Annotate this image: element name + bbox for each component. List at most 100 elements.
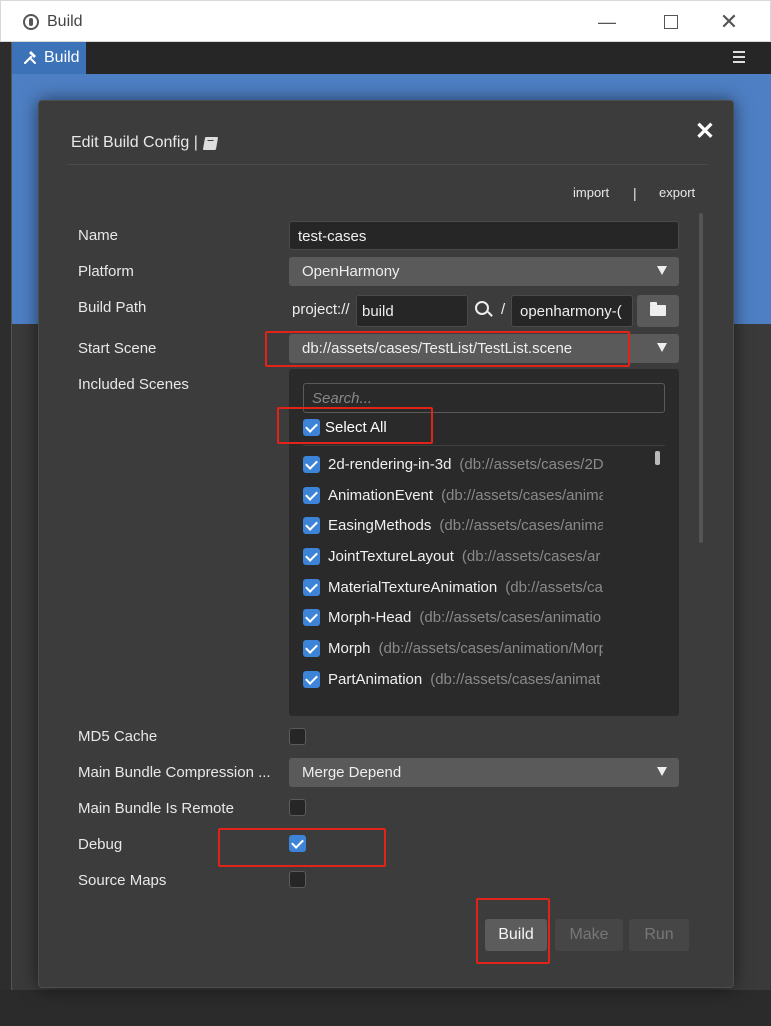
scene-list-scrollbar[interactable] <box>655 451 660 465</box>
window-titlebar: Build — ✕ <box>0 0 771 42</box>
platform-value: OpenHarmony <box>302 263 400 280</box>
list-divider <box>303 445 665 446</box>
select-all-label: Select All <box>325 419 387 436</box>
dialog-close-button[interactable]: ✕ <box>695 117 715 146</box>
scene-list-item[interactable]: AnimationEvent (db://assets/cases/anima <box>303 480 603 511</box>
platform-select[interactable]: OpenHarmony <box>289 257 679 286</box>
scene-name: 2d-rendering-in-3d <box>328 455 452 473</box>
compression-select[interactable]: Merge Depend <box>289 758 679 787</box>
scene-list-item[interactable]: MaterialTextureAnimation (db://assets/ca <box>303 572 603 603</box>
minimize-icon: — <box>598 11 616 32</box>
start-scene-select[interactable]: db://assets/cases/TestList/TestList.scen… <box>289 334 679 363</box>
scene-list: 2d-rendering-in-3d (db://assets/cases/2D A… <box>303 449 603 695</box>
md5-cache-label: MD5 Cache <box>78 728 158 745</box>
remote-label: Main Bundle Is Remote <box>78 800 234 817</box>
import-link[interactable]: import <box>573 185 609 200</box>
name-input[interactable]: test-cases <box>289 221 679 250</box>
tab-build[interactable]: Build <box>12 42 86 74</box>
scene-path: (db://assets/cases/animatio <box>419 609 602 627</box>
scene-list-item[interactable]: EasingMethods (db://assets/cases/anima <box>303 510 603 541</box>
dialog-title-text: Edit Build Config | <box>71 134 198 151</box>
included-scenes-label: Included Scenes <box>78 376 189 393</box>
maximize-icon <box>664 15 678 29</box>
minimize-button[interactable]: — <box>587 7 627 37</box>
run-button[interactable]: Run <box>629 919 689 951</box>
scene-name: MaterialTextureAnimation <box>328 578 498 596</box>
checkbox-checked-icon[interactable] <box>303 609 320 627</box>
build-path-slash: / <box>501 301 506 318</box>
scene-path: (db://assets/cases/anima <box>439 517 603 535</box>
build-button[interactable]: Build <box>485 919 547 951</box>
compression-value: Merge Depend <box>302 764 402 781</box>
checkbox-checked-icon[interactable] <box>303 578 320 596</box>
platform-label: Platform <box>78 263 134 280</box>
scene-list-item[interactable]: Morph-Head (db://assets/cases/animatio <box>303 602 603 633</box>
scene-name: PartAnimation <box>328 670 423 688</box>
md5-cache-checkbox[interactable] <box>289 728 306 745</box>
build-path-label: Build Path <box>78 299 147 316</box>
select-all-checkbox[interactable]: Select All <box>303 419 387 436</box>
open-folder-button[interactable] <box>637 295 679 327</box>
scene-list-overflow <box>289 689 679 716</box>
scene-name: AnimationEvent <box>328 486 434 504</box>
start-scene-value: db://assets/cases/TestList/TestList.scen… <box>302 340 573 357</box>
scene-list-item[interactable]: JointTextureLayout (db://assets/cases/ar <box>303 541 603 572</box>
checkbox-checked-icon[interactable] <box>303 486 320 504</box>
chevron-down-icon <box>657 767 667 776</box>
dialog-scrollbar[interactable] <box>699 213 703 543</box>
title-divider <box>67 164 707 165</box>
background-left-strip <box>0 40 12 1026</box>
start-scene-label: Start Scene <box>78 340 157 357</box>
make-button[interactable]: Make <box>555 919 623 951</box>
scene-path: (db://assets/cases/animation/Morp <box>378 639 603 657</box>
checkbox-checked-icon[interactable] <box>303 670 320 688</box>
window-close-button[interactable]: ✕ <box>709 7 749 37</box>
remote-checkbox[interactable] <box>289 799 306 816</box>
folder-open-icon <box>650 302 666 316</box>
source-maps-checkbox[interactable] <box>289 871 306 888</box>
chevron-down-icon <box>657 343 667 352</box>
scene-path: (db://assets/cases/ar <box>461 547 601 565</box>
scene-path: (db://assets/cases/animat <box>430 670 601 688</box>
tab-build-label: Build <box>44 49 80 66</box>
panel-tabbar: Build <box>12 42 771 74</box>
link-separator: | <box>633 185 637 201</box>
background-status-bar <box>0 990 771 1026</box>
scene-name: Morph-Head <box>328 609 412 627</box>
compression-label: Main Bundle Compression ... <box>78 764 271 781</box>
scene-list-item[interactable]: Morph (db://assets/cases/animation/Morp <box>303 633 603 664</box>
app-logo-icon <box>23 14 39 30</box>
build-path-input[interactable]: build <box>356 295 468 327</box>
close-icon: ✕ <box>719 9 739 34</box>
dialog-title: Edit Build Config | <box>71 134 219 152</box>
checkbox-checked-icon[interactable] <box>303 455 320 473</box>
checkbox-checked-icon[interactable] <box>303 639 320 657</box>
name-label: Name <box>78 227 119 244</box>
source-maps-label: Source Maps <box>78 872 167 889</box>
checkbox-checked-icon[interactable] <box>303 517 320 535</box>
hammer-icon <box>23 51 36 65</box>
scene-name: EasingMethods <box>328 517 432 535</box>
included-scenes-panel: Search... Select All 2d-rendering-in-3d (… <box>289 369 679 716</box>
scene-path: (db://assets/cases/anima <box>441 486 603 504</box>
scene-path: (db://assets/ca <box>505 578 603 596</box>
maximize-button[interactable] <box>651 7 691 37</box>
scene-list-item[interactable]: 2d-rendering-in-3d (db://assets/cases/2D <box>303 449 603 480</box>
window-title: Build <box>47 13 83 30</box>
scene-name: JointTextureLayout <box>328 547 454 565</box>
scene-name: Morph <box>328 639 371 657</box>
scene-path: (db://assets/cases/2D <box>459 455 603 473</box>
debug-label: Debug <box>78 836 123 853</box>
checkbox-checked-icon[interactable] <box>303 419 320 436</box>
chevron-down-icon <box>657 266 667 275</box>
build-path-subfolder-input[interactable]: openharmony-( <box>511 295 633 327</box>
build-path-prefix: project:// <box>292 301 350 318</box>
debug-checkbox[interactable] <box>289 835 306 852</box>
scene-search-input[interactable]: Search... <box>303 383 665 413</box>
checkbox-checked-icon[interactable] <box>303 547 320 565</box>
search-icon[interactable] <box>475 301 489 315</box>
export-link[interactable]: export <box>659 185 695 200</box>
edit-build-config-dialog: Edit Build Config | ✕ import | export Na… <box>38 100 734 988</box>
book-icon[interactable] <box>202 136 219 150</box>
hamburger-menu-icon[interactable] <box>733 51 745 63</box>
